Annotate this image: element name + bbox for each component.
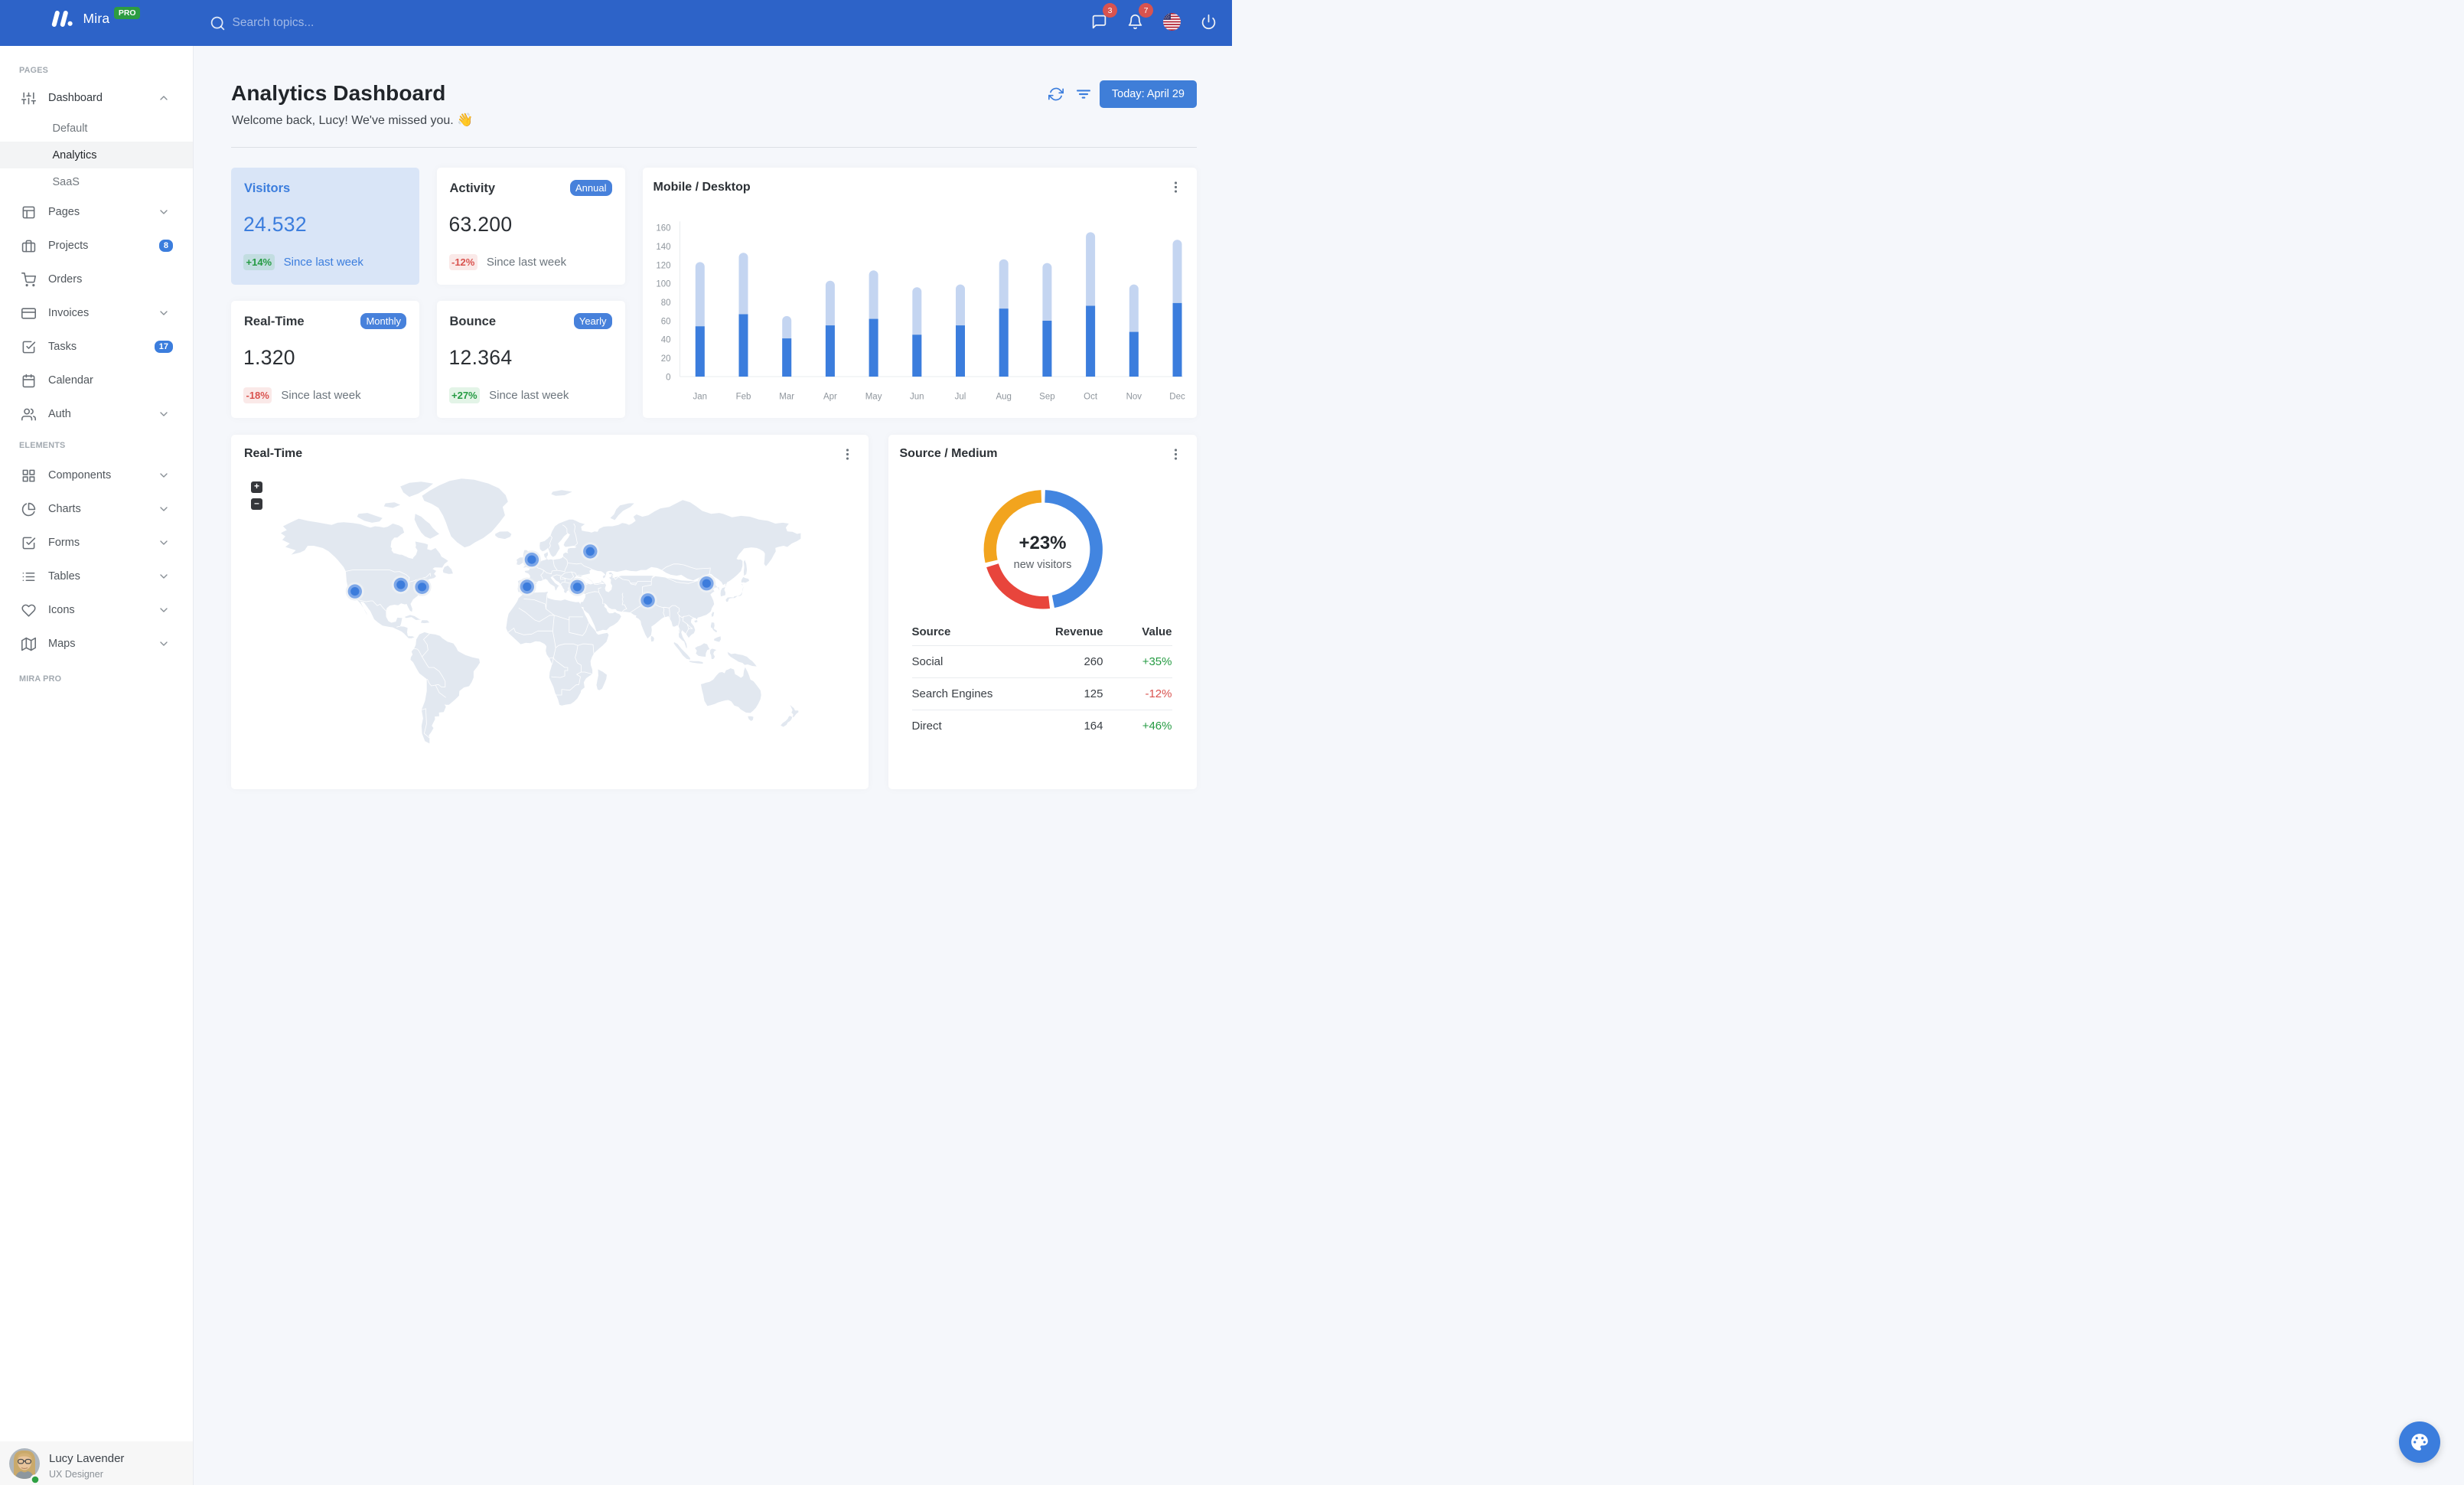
svg-text:Mar: Mar (779, 393, 794, 402)
svg-text:80: 80 (660, 299, 670, 308)
svg-text:140: 140 (656, 243, 670, 252)
svg-text:Oct: Oct (1084, 393, 1098, 402)
svg-text:Dec: Dec (1169, 393, 1185, 402)
svg-text:Jun: Jun (910, 393, 924, 402)
svg-text:Jan: Jan (693, 393, 707, 402)
svg-text:Sep: Sep (1039, 393, 1054, 402)
svg-text:May: May (865, 393, 882, 402)
svg-text:120: 120 (656, 261, 670, 270)
svg-text:100: 100 (656, 280, 670, 289)
svg-text:0: 0 (666, 373, 670, 382)
svg-text:Aug: Aug (996, 393, 1011, 402)
svg-text:160: 160 (656, 224, 670, 233)
svg-text:20: 20 (660, 354, 670, 364)
svg-text:Nov: Nov (1126, 393, 1142, 402)
svg-text:Feb: Feb (735, 393, 751, 402)
svg-text:Apr: Apr (823, 393, 836, 402)
svg-text:40: 40 (660, 336, 670, 345)
svg-text:60: 60 (660, 317, 670, 326)
svg-text:Jul: Jul (954, 393, 966, 402)
